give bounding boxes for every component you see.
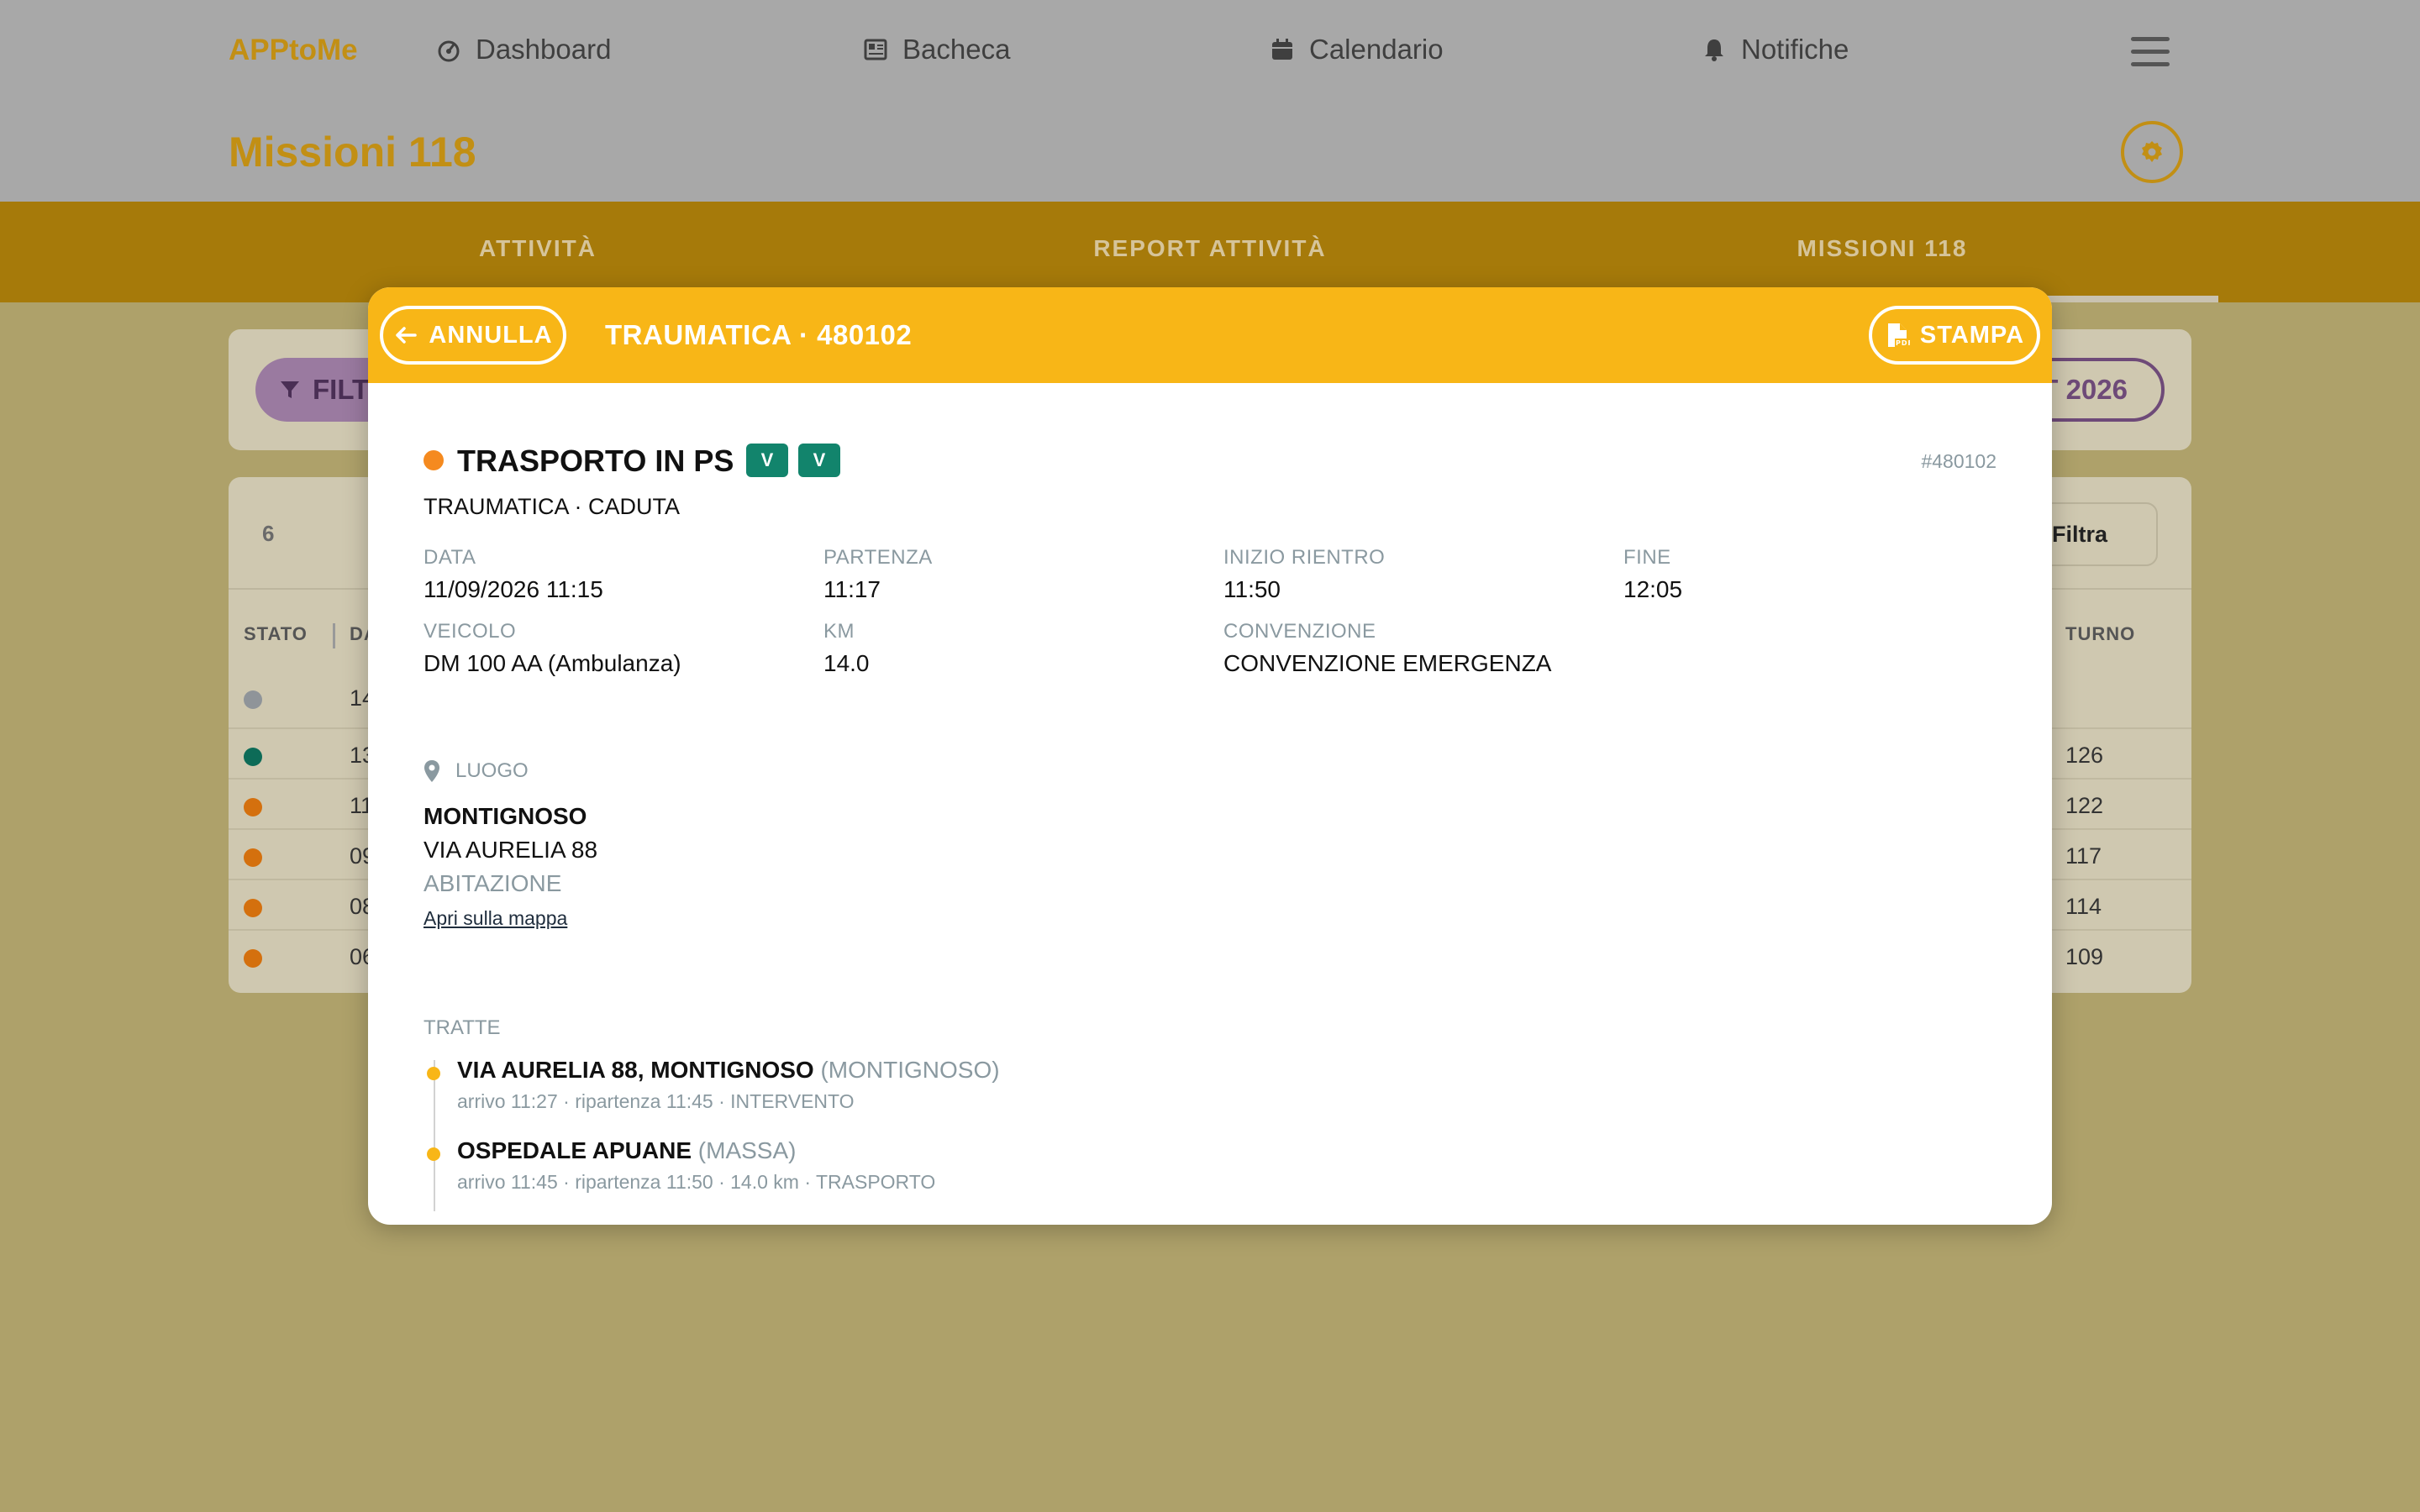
page-title: Missioni 118: [229, 129, 476, 176]
leg-place: VIA AURELIA 88, MONTIGNOSO: [457, 1057, 814, 1083]
cancel-label: ANNULLA: [429, 321, 553, 349]
col-stato[interactable]: STATO: [244, 623, 308, 645]
calendar-icon: [1272, 39, 1292, 60]
row-turno: 117: [2065, 843, 2102, 869]
field-label: DATA: [424, 546, 476, 569]
bell-icon: [1705, 39, 1723, 61]
field-value: DM 100 AA (Ambulanza): [424, 650, 681, 676]
status-dot: [244, 949, 262, 968]
mission-type: TRASPORTO IN PS: [457, 444, 734, 478]
field-label: PARTENZA: [823, 546, 933, 569]
location-section-label: LUOGO: [424, 759, 529, 783]
tratte-section-label: TRATTE: [424, 1016, 501, 1039]
mission-id: #480102: [1921, 450, 1996, 472]
nav-bacheca-label: Bacheca: [902, 34, 1011, 65]
leg-city: (MONTIGNOSO): [820, 1057, 1000, 1083]
mission-subtitle: TRAUMATICA · CADUTA: [424, 494, 681, 519]
verified-badge: V: [798, 444, 840, 477]
field-km: KM 14.0: [823, 620, 870, 677]
field-data: DATA 11/09/2026 11:15: [424, 546, 603, 603]
mission-status-dot: [424, 450, 444, 470]
field-value: 11/09/2026 11:15: [424, 576, 603, 602]
field-value: 11:17: [823, 576, 881, 602]
field-veicolo: VEICOLO DM 100 AA (Ambulanza): [424, 620, 681, 677]
status-dot: [244, 798, 262, 816]
location-address: VIA AURELIA 88: [424, 837, 598, 863]
column-divider: [333, 623, 335, 648]
gear-icon: [2142, 141, 2162, 162]
location-label: LUOGO: [455, 759, 529, 782]
field-value: CONVENZIONE EMERGENZA: [1223, 650, 1552, 676]
arrow-left-icon: [396, 327, 418, 344]
leg-place: OSPEDALE APUANE: [457, 1137, 692, 1163]
settings-button[interactable]: [2121, 121, 2183, 183]
field-label: INIZIO RIENTRO: [1223, 546, 1386, 569]
nav-notifiche[interactable]: Notifiche: [1701, 34, 1849, 66]
dashboard-icon: [438, 40, 460, 62]
cancel-button[interactable]: ANNULLA: [380, 306, 566, 365]
print-label: STAMPA: [1919, 321, 2025, 349]
field-label: KM: [823, 620, 855, 643]
tab-report-attivita[interactable]: REPORT ATTIVITÀ: [874, 235, 1546, 262]
timeline-dot: [427, 1147, 440, 1161]
modal-header: ANNULLA TRAUMATICA · 480102 PDF STAMPA: [368, 287, 2052, 383]
row-turno: 122: [2065, 793, 2104, 818]
field-label: CONVENZIONE: [1223, 620, 1376, 643]
map-pin-icon: [424, 760, 439, 782]
leg-title: VIA AURELIA 88, MONTIGNOSO (MONTIGNOSO): [457, 1057, 1000, 1084]
field-partenza: PARTENZA 11:17: [823, 546, 933, 603]
modal-title: TRAUMATICA · 480102: [605, 319, 913, 350]
field-label: VEICOLO: [424, 620, 517, 643]
newspaper-icon: [864, 39, 887, 60]
location-type: ABITAZIONE: [424, 870, 562, 896]
hamburger-menu-icon[interactable]: [2131, 37, 2170, 69]
field-label: FINE: [1623, 546, 1671, 569]
funnel-icon: [281, 381, 299, 398]
row-turno: 114: [2065, 894, 2102, 919]
status-dot: [244, 899, 262, 917]
result-count: 6: [262, 521, 275, 546]
tab-attivita[interactable]: ATTIVITÀ: [202, 235, 874, 262]
leg-title: OSPEDALE APUANE (MASSA): [457, 1137, 796, 1164]
nav-bacheca[interactable]: Bacheca: [862, 34, 1010, 66]
mission-detail-modal: ANNULLA TRAUMATICA · 480102 PDF STAMPA T…: [368, 287, 2052, 1225]
print-button[interactable]: PDF STAMPA: [1869, 306, 2040, 365]
timeline-dot: [427, 1067, 440, 1080]
leg-city: (MASSA): [697, 1137, 797, 1163]
col-turno[interactable]: TURNO: [2065, 623, 2135, 645]
nav-calendario[interactable]: Calendario: [1269, 34, 1444, 66]
app-logo[interactable]: APPtoMe: [229, 34, 358, 67]
location-name: MONTIGNOSO: [424, 803, 587, 829]
field-value: 12:05: [1623, 576, 1683, 602]
row-turno: 109: [2065, 944, 2104, 969]
status-dot: [244, 848, 262, 867]
field-inizio-rientro: INIZIO RIENTRO 11:50: [1223, 546, 1385, 603]
svg-text:PDF: PDF: [1896, 339, 1910, 347]
nav-dashboard[interactable]: Dashboard: [435, 34, 611, 66]
tab-missioni-118[interactable]: MISSIONI 118: [1546, 235, 2218, 262]
status-dot: [244, 748, 262, 766]
status-dot: [244, 690, 262, 709]
leg-meta: arrivo 11:27 · ripartenza 11:45 · INTERV…: [457, 1090, 855, 1112]
leg-meta: arrivo 11:45 · ripartenza 11:50 · 14.0 k…: [457, 1171, 936, 1193]
field-value: 14.0: [823, 650, 870, 676]
field-convenzione: CONVENZIONE CONVENZIONE EMERGENZA: [1223, 620, 1551, 677]
open-map-link[interactable]: Apri sulla mappa: [424, 907, 567, 930]
table-filter-label: Filtra: [2051, 521, 2107, 547]
field-fine: FINE 12:05: [1623, 546, 1682, 603]
top-navbar: APPtoMe Dashboard Bacheca Calendario Not…: [0, 0, 2420, 202]
field-value: 11:50: [1223, 576, 1281, 602]
pdf-file-icon: PDF: [1887, 323, 1910, 347]
nav-calendario-label: Calendario: [1309, 34, 1444, 65]
verified-badge: V: [746, 444, 788, 477]
row-turno: 126: [2065, 743, 2104, 768]
nav-notifiche-label: Notifiche: [1741, 34, 1849, 65]
nav-dashboard-label: Dashboard: [476, 34, 612, 65]
